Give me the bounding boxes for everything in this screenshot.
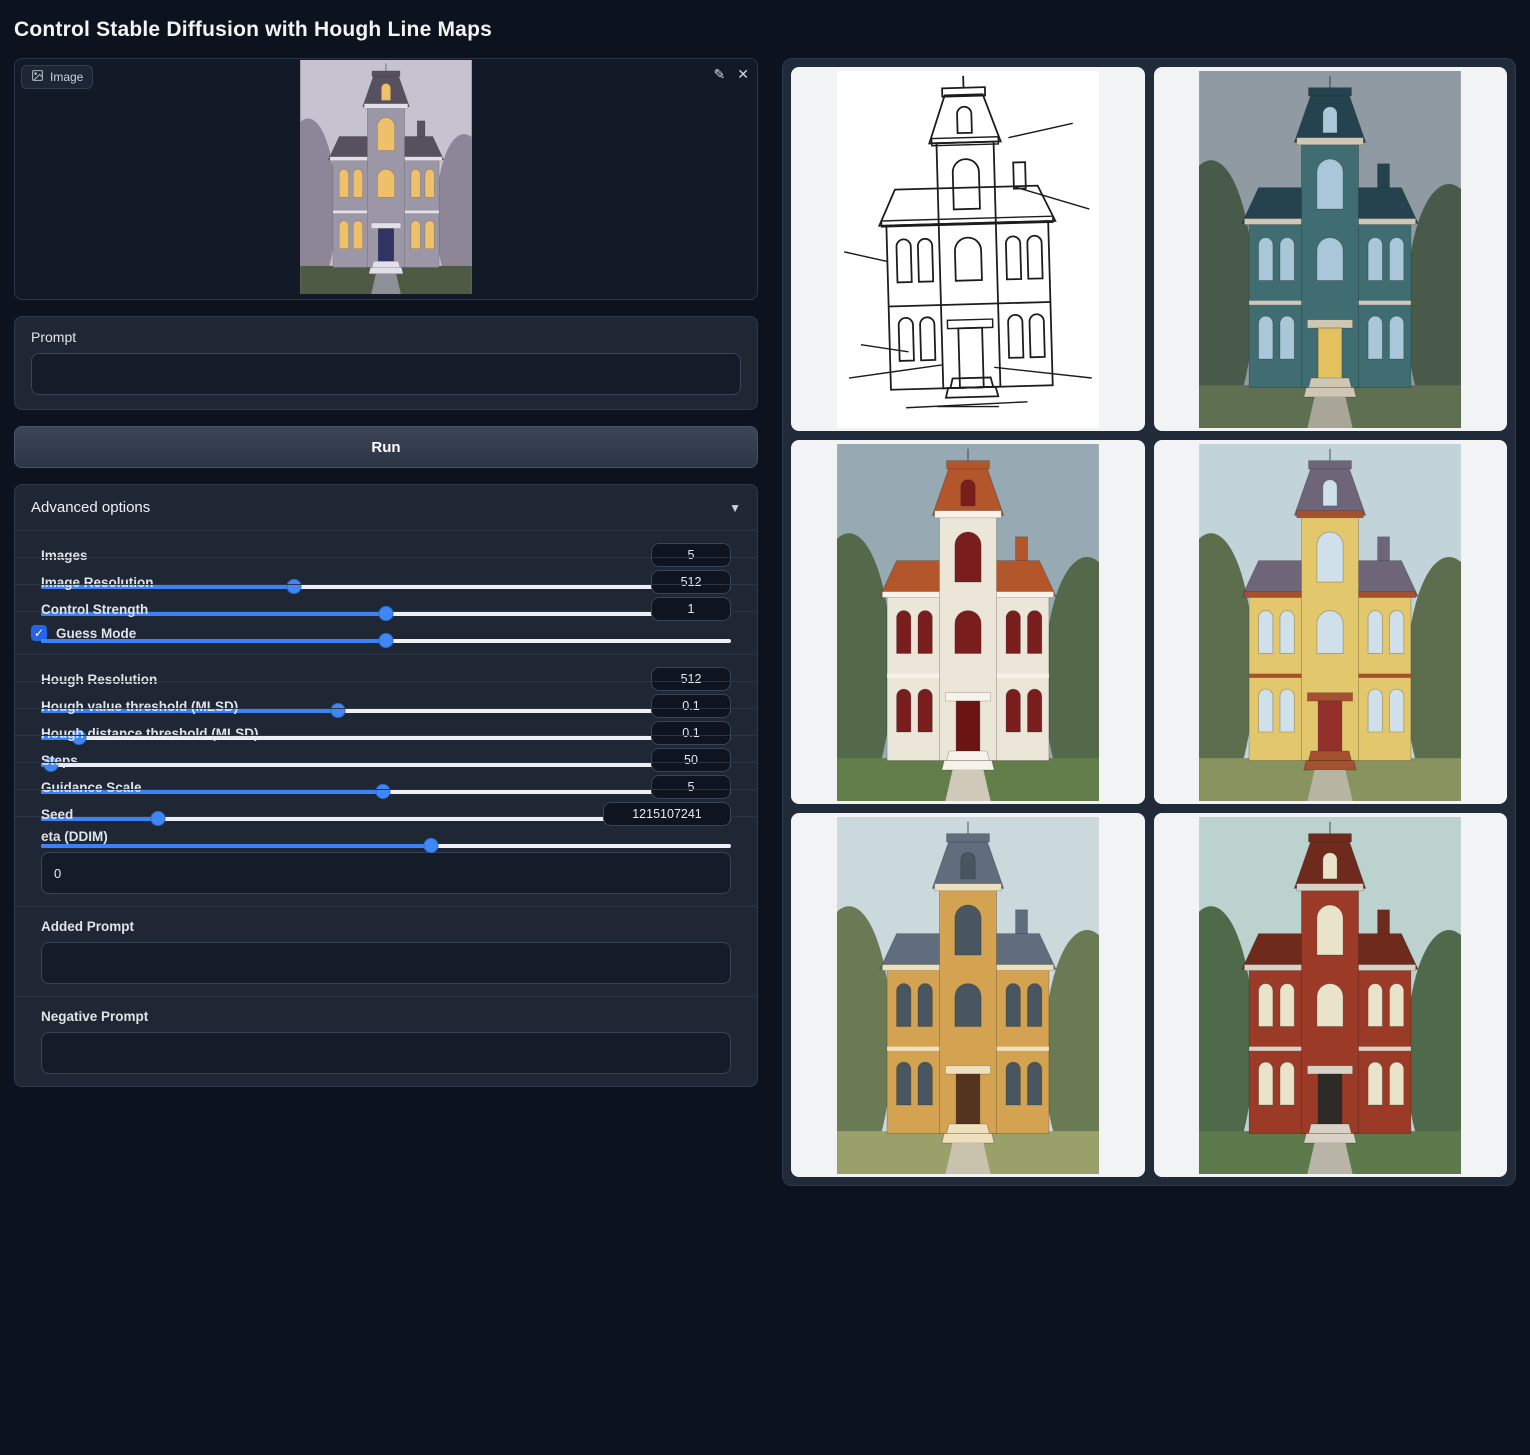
control-strength-slider-thumb[interactable]	[379, 633, 394, 648]
image-upload-panel[interactable]: Image ✎ ✕	[14, 58, 758, 300]
right-column	[782, 58, 1516, 1186]
slider-row-guidance-scale: Guidance Scale5	[15, 762, 757, 781]
advanced-rows: Images5 Image Resolution512 Control Streng…	[15, 530, 757, 1086]
edit-icon[interactable]: ✎	[714, 67, 726, 81]
slider-row-hough-value-threshold: Hough value threshold (MLSD)0.1	[15, 681, 757, 700]
prompt-label: Prompt	[31, 329, 741, 345]
collapse-arrow-icon[interactable]: ▼	[729, 501, 741, 515]
input-image[interactable]	[300, 60, 472, 299]
generated-white-house[interactable]	[791, 440, 1145, 804]
advanced-options-header[interactable]: Advanced options ▼	[15, 485, 757, 530]
negative-prompt-input[interactable]	[41, 1032, 731, 1074]
prompt-input[interactable]	[31, 353, 741, 395]
hough-line-map[interactable]	[791, 67, 1145, 431]
slider-row-seed: Seed1215107241	[15, 789, 757, 808]
advanced-options-label: Advanced options	[31, 499, 150, 516]
slider-row-image-resolution: Image Resolution512	[15, 557, 757, 576]
text-row-added-prompt: Added Prompt	[15, 906, 757, 996]
slider-row-hough-distance-threshold: Hough distance threshold (MLSD)0.1	[15, 708, 757, 727]
control-strength-slider[interactable]	[41, 633, 731, 649]
added-prompt-label: Added Prompt	[41, 919, 731, 934]
seed-value[interactable]: 1215107241	[603, 802, 731, 826]
image-component-label: Image	[21, 65, 93, 89]
generated-teal-house[interactable]	[1154, 67, 1508, 431]
seed-slider-thumb[interactable]	[423, 838, 438, 853]
app-root: Control Stable Diffusion with Hough Line…	[0, 0, 1530, 1186]
left-column: Image ✎ ✕ Prompt Run Advanced options ▼ …	[14, 58, 758, 1087]
added-prompt-input[interactable]	[41, 942, 731, 984]
page-title: Control Stable Diffusion with Hough Line…	[14, 18, 1516, 42]
text-row-eta-ddim: eta (DDIM)	[15, 816, 757, 906]
text-row-negative-prompt: Negative Prompt	[15, 996, 757, 1086]
eta-ddim-input[interactable]	[41, 852, 731, 894]
image-icon	[31, 69, 44, 85]
close-icon[interactable]: ✕	[737, 67, 749, 81]
negative-prompt-label: Negative Prompt	[41, 1009, 731, 1024]
slider-row-images: Images5	[15, 530, 757, 549]
slider-row-hough-resolution: Hough Resolution512	[15, 654, 757, 673]
run-button[interactable]: Run	[14, 426, 758, 468]
generated-red-brick-house[interactable]	[1154, 813, 1508, 1177]
seed-slider[interactable]	[41, 838, 731, 854]
prompt-block: Prompt	[14, 316, 758, 410]
gallery-grid	[782, 58, 1516, 1186]
slider-row-steps: Steps50	[15, 735, 757, 754]
control-strength-value[interactable]: 1	[651, 597, 731, 621]
generated-yellow-house[interactable]	[1154, 440, 1508, 804]
seed-label: Seed	[41, 807, 73, 822]
advanced-options-panel: Advanced options ▼ Images5 Image Resoluti…	[14, 484, 758, 1087]
control-strength-label: Control Strength	[41, 602, 148, 617]
slider-row-control-strength: Control Strength1	[15, 584, 757, 603]
generated-gold-house[interactable]	[791, 813, 1145, 1177]
